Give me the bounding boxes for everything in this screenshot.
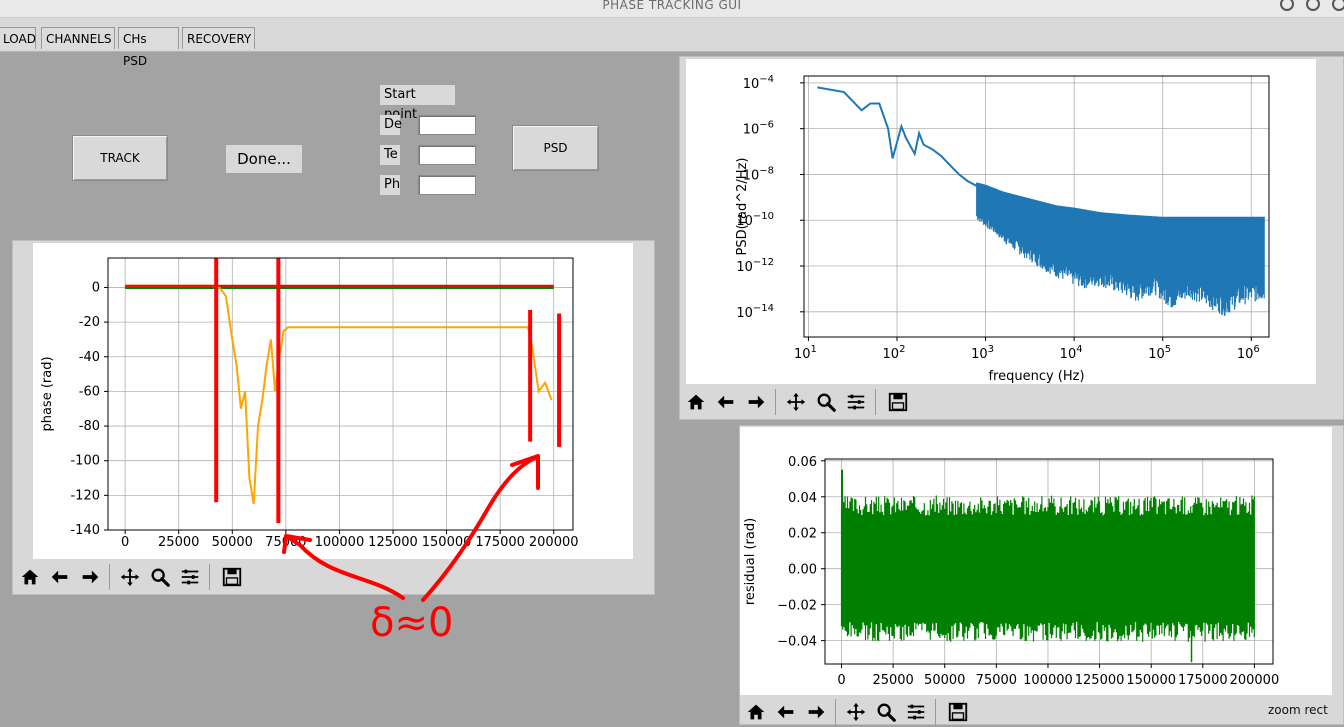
annotation-delta-text: δ≈0 [370,600,453,646]
annotation-arrow-left [298,543,405,600]
annotation-overlay: δ≈0 [282,454,540,646]
annotation-arrow-right [421,456,537,602]
